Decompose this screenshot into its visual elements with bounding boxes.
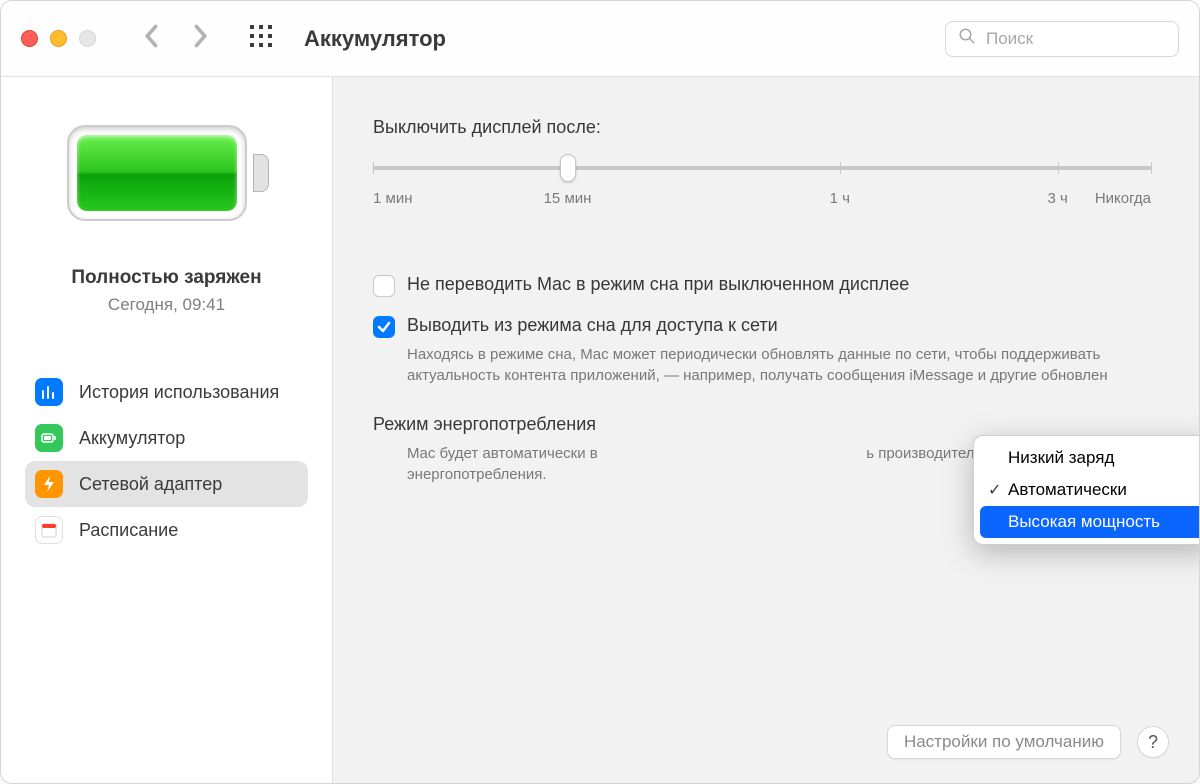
energy-mode-label: Режим энергопотребления [373, 414, 1151, 435]
help-button[interactable]: ? [1137, 726, 1169, 758]
back-button[interactable] [142, 24, 162, 53]
energy-mode-dropdown[interactable]: Низкий заряд Автоматически Высокая мощно… [973, 435, 1200, 545]
display-off-slider[interactable] [373, 156, 1151, 180]
prevent-sleep-checkbox[interactable] [373, 275, 395, 297]
search-icon [958, 27, 976, 50]
sidebar-nav: История использования Аккумулятор Сетево… [1, 369, 332, 553]
wake-for-network-label: Выводить из режима сна для доступа к сет… [407, 315, 778, 336]
search-field[interactable]: Поиск [945, 21, 1179, 57]
sidebar-item-label: Аккумулятор [79, 428, 185, 449]
sidebar: Полностью заряжен Сегодня, 09:41 История… [1, 77, 333, 783]
footer: Настройки по умолчанию ? [887, 725, 1169, 759]
search-placeholder: Поиск [986, 29, 1033, 49]
page-title: Аккумулятор [304, 26, 446, 52]
traffic-lights [21, 30, 96, 47]
sidebar-item-label: История использования [79, 382, 279, 403]
nav-arrows [142, 24, 210, 53]
wake-for-network-checkbox[interactable] [373, 316, 395, 338]
window: Аккумулятор Поиск Полностью заряжен Сего… [0, 0, 1200, 784]
sidebar-item-usage[interactable]: История использования [25, 369, 308, 415]
battery-status-sub: Сегодня, 09:41 [71, 295, 261, 315]
show-all-prefs-button[interactable] [248, 24, 274, 53]
battery-icon [35, 424, 63, 452]
close-window-button[interactable] [21, 30, 38, 47]
toolbar: Аккумулятор Поиск [1, 1, 1199, 77]
minimize-window-button[interactable] [50, 30, 67, 47]
sidebar-item-label: Расписание [79, 520, 178, 541]
wake-for-network-desc: Находясь в режиме сна, Mac может периоди… [407, 344, 1127, 386]
slider-thumb[interactable] [560, 154, 576, 182]
sidebar-item-schedule[interactable]: Расписание [25, 507, 308, 553]
zoom-window-button [79, 30, 96, 47]
main-panel: Выключить дисплей после: 1 мин 15 мин 1 … [333, 77, 1199, 783]
usage-icon [35, 378, 63, 406]
battery-status: Полностью заряжен Сегодня, 09:41 [71, 267, 261, 315]
bolt-icon [35, 470, 63, 498]
forward-button[interactable] [190, 24, 210, 53]
battery-status-main: Полностью заряжен [71, 267, 261, 289]
calendar-icon [35, 516, 63, 544]
battery-graphic [67, 125, 267, 221]
sidebar-item-label: Сетевой адаптер [79, 474, 222, 495]
dropdown-option-auto[interactable]: Автоматически [980, 474, 1200, 506]
sidebar-item-power-adapter[interactable]: Сетевой адаптер [25, 461, 308, 507]
slider-tick-labels: 1 мин 15 мин 1 ч 3 ч Никогда [373, 190, 1151, 210]
dropdown-option-high[interactable]: Высокая мощность [980, 506, 1200, 538]
body: Полностью заряжен Сегодня, 09:41 История… [1, 77, 1199, 783]
prevent-sleep-row[interactable]: Не переводить Mac в режим сна при выключ… [373, 274, 1151, 297]
wake-for-network-row[interactable]: Выводить из режима сна для доступа к сет… [373, 315, 1151, 338]
restore-defaults-button[interactable]: Настройки по умолчанию [887, 725, 1121, 759]
display-off-label: Выключить дисплей после: [373, 117, 1151, 138]
sidebar-item-battery[interactable]: Аккумулятор [25, 415, 308, 461]
prevent-sleep-label: Не переводить Mac в режим сна при выключ… [407, 274, 909, 295]
dropdown-option-low[interactable]: Низкий заряд [980, 442, 1200, 474]
